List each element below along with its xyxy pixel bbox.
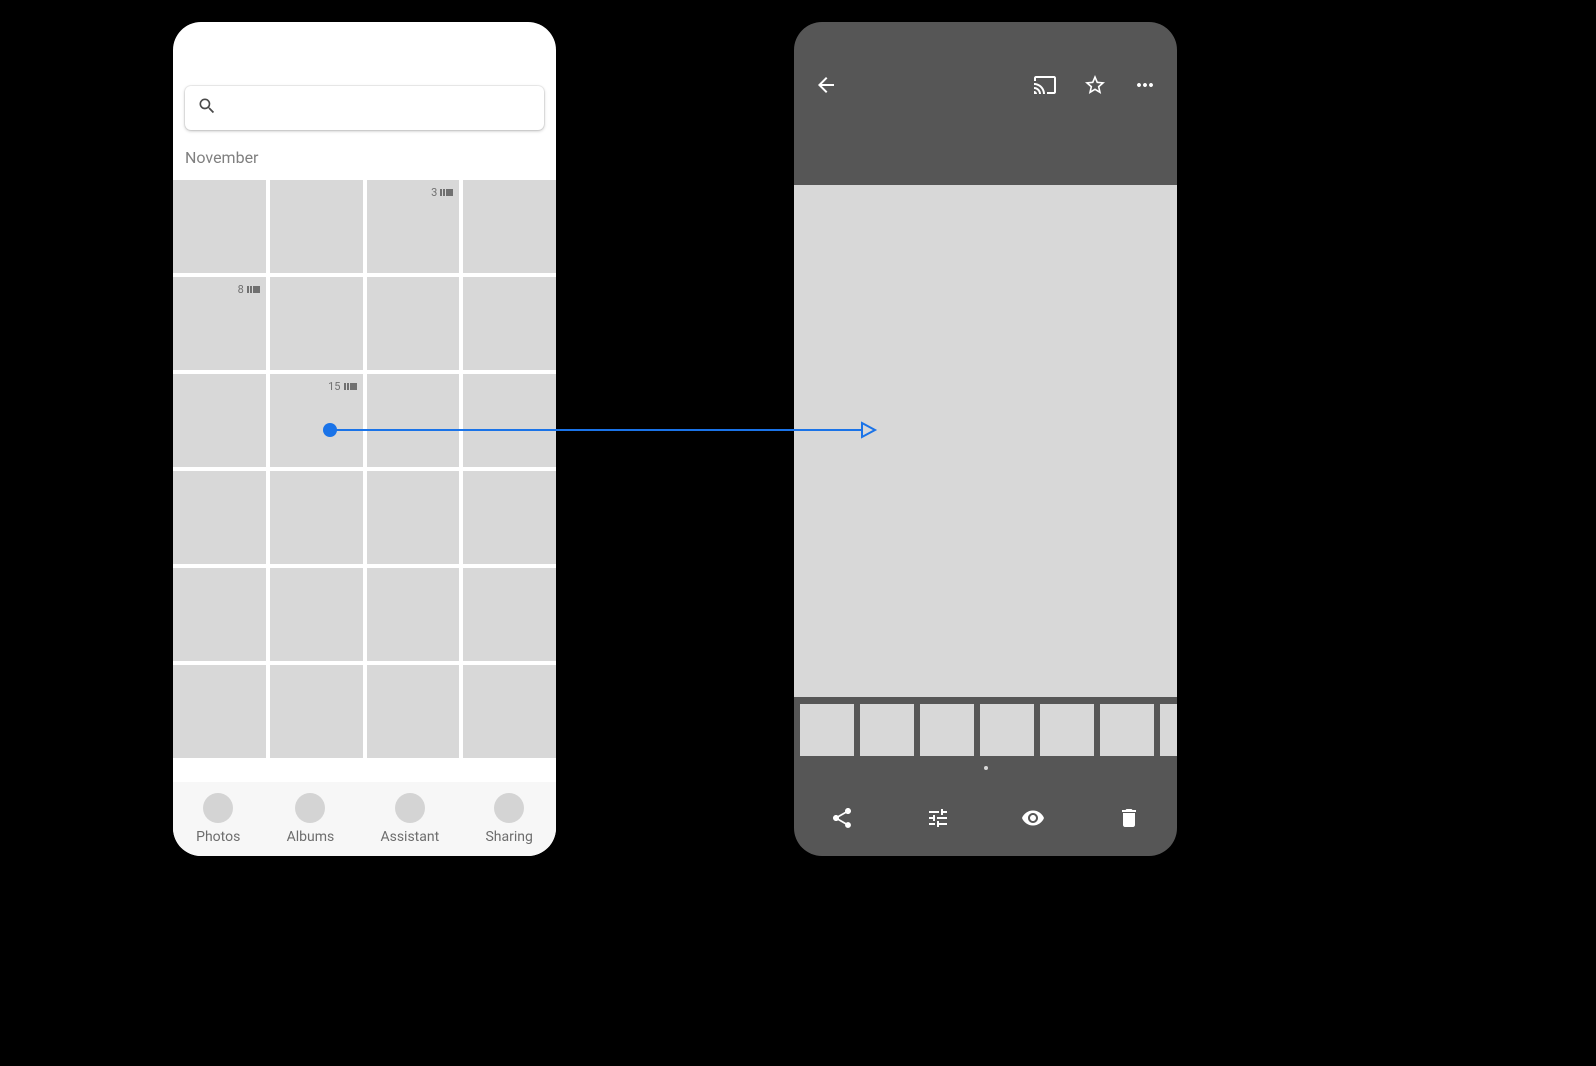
nav-label: Assistant (380, 829, 439, 845)
photo-tile[interactable] (173, 568, 266, 661)
photo-tile[interactable]: 8 (173, 277, 266, 370)
nav-icon (295, 793, 325, 823)
filmstrip[interactable] (794, 704, 1177, 762)
tune-icon[interactable] (926, 806, 950, 834)
photo-area[interactable] (794, 185, 1177, 697)
burst-icon (247, 286, 260, 293)
nav-label: Albums (287, 829, 335, 845)
filmstrip-thumb[interactable] (800, 704, 854, 756)
filmstrip-thumb[interactable] (1100, 704, 1154, 756)
star-icon[interactable] (1083, 73, 1107, 101)
photo-tile[interactable] (173, 665, 266, 758)
photos-grid-screen: November 3 8 15 Photos Albums Assistant Shari… (173, 22, 556, 856)
filmstrip-thumb[interactable] (1040, 704, 1094, 756)
filmstrip-thumb[interactable] (1160, 704, 1177, 756)
photo-tile[interactable] (367, 471, 460, 564)
search-bar[interactable] (185, 86, 544, 130)
nav-item-sharing[interactable]: Sharing (485, 793, 532, 845)
page-indicator-dot (984, 766, 988, 770)
photo-tile[interactable] (367, 665, 460, 758)
nav-icon (395, 793, 425, 823)
photo-tile[interactable] (173, 471, 266, 564)
back-icon[interactable] (814, 73, 838, 101)
burst-badge: 15 (328, 380, 356, 393)
photo-tile[interactable] (463, 471, 556, 564)
photo-tile[interactable] (463, 374, 556, 467)
burst-badge: 8 (238, 283, 260, 296)
photo-viewer-screen (794, 22, 1177, 856)
photo-tile[interactable]: 3 (367, 180, 460, 273)
photo-tile[interactable] (173, 180, 266, 273)
photo-tile[interactable] (463, 665, 556, 758)
photo-tile[interactable] (270, 471, 363, 564)
burst-icon (344, 383, 357, 390)
photo-tile[interactable] (463, 568, 556, 661)
bottom-nav: Photos Albums Assistant Sharing (173, 782, 556, 856)
filmstrip-thumb[interactable] (980, 704, 1034, 756)
photo-tile[interactable] (463, 277, 556, 370)
burst-icon (440, 189, 453, 196)
photo-tile[interactable] (270, 665, 363, 758)
viewer-action-bar (794, 784, 1177, 856)
photo-tile[interactable] (367, 277, 460, 370)
photo-tile[interactable] (463, 180, 556, 273)
filmstrip-thumb[interactable] (920, 704, 974, 756)
more-icon[interactable] (1133, 73, 1157, 101)
viewer-top-bar (794, 22, 1177, 152)
photo-tile[interactable] (367, 374, 460, 467)
delete-icon[interactable] (1117, 806, 1141, 834)
nav-icon (203, 793, 233, 823)
nav-label: Photos (196, 829, 240, 845)
share-icon[interactable] (830, 806, 854, 834)
filmstrip-thumb[interactable] (860, 704, 914, 756)
nav-item-albums[interactable]: Albums (287, 793, 335, 845)
search-icon (197, 96, 217, 120)
nav-label: Sharing (485, 829, 532, 845)
month-header: November (185, 148, 258, 167)
photo-grid: 3 8 15 (173, 180, 556, 758)
photo-tile[interactable]: 15 (270, 374, 363, 467)
photo-tile[interactable] (270, 180, 363, 273)
photo-tile[interactable] (270, 568, 363, 661)
burst-badge: 3 (431, 186, 453, 199)
nav-icon (494, 793, 524, 823)
nav-item-assistant[interactable]: Assistant (380, 793, 439, 845)
nav-item-photos[interactable]: Photos (196, 793, 240, 845)
lens-icon[interactable] (1021, 806, 1045, 834)
photo-tile[interactable] (270, 277, 363, 370)
photo-tile[interactable] (173, 374, 266, 467)
photo-tile[interactable] (367, 568, 460, 661)
cast-icon[interactable] (1033, 73, 1057, 101)
